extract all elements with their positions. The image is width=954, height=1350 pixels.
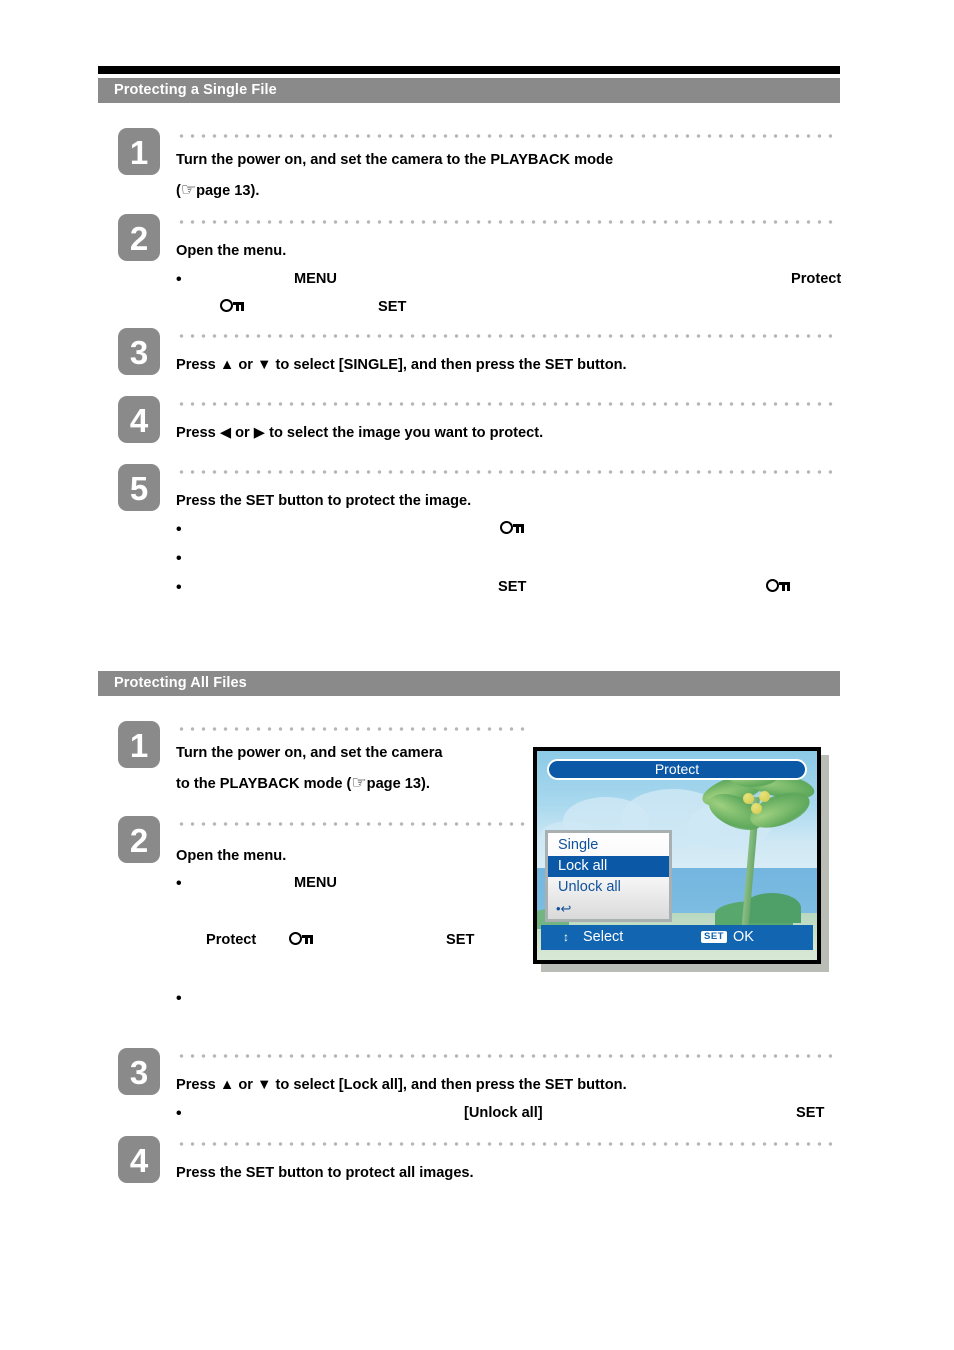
- step-3-all-line1: Press ▲ or ▼ to select [Lock all], and t…: [176, 1070, 627, 1101]
- coconut: [751, 803, 762, 814]
- step-2-text-line1: Open the menu.: [176, 243, 287, 259]
- step-separator-dots: [176, 470, 838, 474]
- step-1-text-line2: (☞page 13).: [176, 176, 259, 207]
- bullet-marker: •: [176, 579, 182, 596]
- pointing-hand-icon: ☞: [351, 773, 367, 792]
- press-word: Press: [176, 1077, 216, 1093]
- step-4-tail: to select the image you want to protect.: [269, 425, 544, 441]
- bullet-marker: •: [176, 550, 182, 567]
- step-3-text-line1: Press ▲ or ▼ to select [SINGLE], and the…: [176, 350, 627, 381]
- set-button-label: SET: [446, 932, 475, 948]
- page-ref: page 13).: [366, 776, 430, 792]
- step-separator-dots: [176, 334, 838, 338]
- lcd-frame: Protect Single Lock all Unlock all •↩ ↕ …: [533, 747, 821, 964]
- bullet-marker: •: [176, 1105, 182, 1122]
- step-separator-dots: [176, 1142, 838, 1146]
- menu-item-unlock-all[interactable]: Unlock all: [548, 877, 669, 898]
- step-1-all-line1: Turn the power on, and set the camera: [176, 745, 443, 761]
- set-button-badge: SET: [701, 931, 727, 943]
- right-triangle-icon: ▶: [253, 425, 266, 441]
- step-5-text-line1: Press the SET button to protect the imag…: [176, 493, 472, 509]
- step-2-single: 2 Open the menu. • MENU Protect SET: [118, 214, 848, 319]
- down-triangle-icon: ▼: [257, 1077, 272, 1093]
- step-separator-dots: [176, 1054, 838, 1058]
- step-number-badge: 2: [118, 214, 160, 261]
- return-arrow-icon[interactable]: •↩: [548, 898, 669, 919]
- key-icon: [289, 929, 314, 956]
- key-icon: [220, 296, 245, 323]
- up-triangle-icon: ▲: [219, 357, 235, 373]
- or-word: or: [238, 357, 253, 373]
- section-header-single: Protecting a Single File: [98, 78, 840, 103]
- section-header-all: Protecting All Files: [98, 671, 840, 696]
- page-ref: page 13).: [196, 183, 260, 199]
- step-4-all-line1: Press the SET button to protect all imag…: [176, 1165, 474, 1181]
- bullet-marker: •: [176, 271, 182, 288]
- coconut: [759, 791, 770, 802]
- step-number-badge: 1: [118, 721, 160, 768]
- step-2-all-line1: Open the menu.: [176, 848, 287, 864]
- step-5-single: 5 Press the SET button to protect the im…: [118, 464, 848, 604]
- step-separator-dots: [176, 822, 526, 826]
- hill-shape: [743, 893, 801, 923]
- select-label: Select: [583, 929, 624, 945]
- step-4-single: 4 Press ◀ or ▶ to select the image you w…: [118, 396, 848, 458]
- menu-item-single[interactable]: Single: [548, 835, 669, 856]
- playback-ref-prefix: to the PLAYBACK mode (: [176, 776, 352, 792]
- step-number-badge: 3: [118, 328, 160, 375]
- step-separator-dots: [176, 220, 838, 224]
- protect-label: Protect: [791, 271, 842, 287]
- up-triangle-icon: ▲: [219, 1077, 235, 1093]
- coconut: [743, 793, 754, 804]
- set-button-label: SET: [378, 299, 407, 315]
- step-1-single: 1 Turn the power on, and set the camera …: [118, 128, 848, 213]
- step-3-tail: to select [SINGLE], and then press the S…: [275, 357, 627, 373]
- step-number-badge: 5: [118, 464, 160, 511]
- key-icon: [766, 576, 791, 603]
- updown-arrows-icon: ↕: [563, 930, 569, 944]
- set-button-label: SET: [498, 579, 527, 595]
- step-4-text-line1: Press ◀ or ▶ to select the image you wan…: [176, 418, 543, 449]
- down-triangle-icon: ▼: [257, 357, 272, 373]
- menu-button-label: MENU: [294, 875, 337, 891]
- press-word: Press: [176, 425, 216, 441]
- step-3-all-tail: to select [Lock all], and then press the…: [275, 1077, 627, 1093]
- section-top-rule: [98, 66, 840, 74]
- press-word: Press: [176, 357, 216, 373]
- bullet-marker: •: [176, 875, 182, 892]
- protect-menu-list: Single Lock all Unlock all •↩: [545, 830, 672, 922]
- camera-lcd-screenshot: Protect Single Lock all Unlock all •↩ ↕ …: [533, 747, 829, 972]
- step-2-all: 2 Open the menu. • MENU Protect SET •: [118, 816, 538, 1007]
- ok-label: OK: [733, 929, 754, 945]
- step-1-text-line1: Turn the power on, and set the camera to…: [176, 152, 614, 168]
- step-separator-dots: [176, 402, 838, 406]
- lcd-title-protect: Protect: [547, 759, 807, 780]
- or-word: or: [235, 425, 250, 441]
- step-separator-dots: [176, 134, 838, 138]
- left-triangle-icon: ◀: [219, 425, 232, 441]
- step-separator-dots: [176, 727, 526, 731]
- menu-item-lock-all[interactable]: Lock all: [548, 856, 669, 877]
- step-3-all: 3 Press ▲ or ▼ to select [Lock all], and…: [118, 1048, 848, 1136]
- unlock-all-label: [Unlock all]: [464, 1105, 543, 1121]
- step-number-badge: 3: [118, 1048, 160, 1095]
- or-word: or: [238, 1077, 253, 1093]
- step-1-all: 1 Turn the power on, and set the camera …: [118, 721, 538, 811]
- menu-button-label: MENU: [294, 271, 337, 287]
- bullet-marker: •: [176, 990, 182, 1007]
- bullet-marker: •: [176, 521, 182, 538]
- step-3-single: 3 Press ▲ or ▼ to select [SINGLE], and t…: [118, 328, 848, 390]
- step-number-badge: 4: [118, 396, 160, 443]
- step-1-all-line2: to the PLAYBACK mode (☞page 13).: [176, 769, 430, 800]
- step-number-badge: 2: [118, 816, 160, 863]
- step-number-badge: 1: [118, 128, 160, 175]
- pointing-hand-icon: ☞: [180, 180, 197, 199]
- step-number-badge: 4: [118, 1136, 160, 1183]
- key-icon: [500, 518, 525, 545]
- set-button-label: SET: [796, 1105, 825, 1121]
- step-4-all: 4 Press the SET button to protect all im…: [118, 1136, 848, 1198]
- manual-page: Protecting a Single File 1 Turn the powe…: [0, 0, 954, 1350]
- protect-label: Protect: [206, 932, 257, 948]
- lcd-status-bar: ↕ Select SET OK: [541, 925, 813, 950]
